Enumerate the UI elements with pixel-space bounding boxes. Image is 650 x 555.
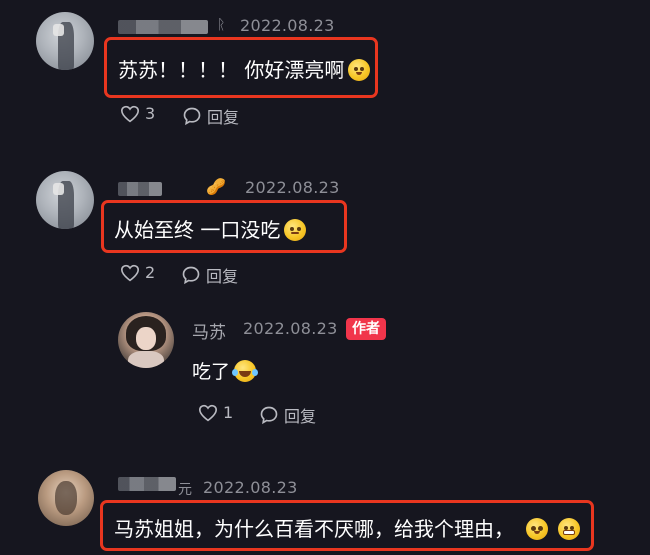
reply-label: 回复	[284, 407, 317, 426]
like-count: 2	[145, 263, 156, 282]
name-suffix-icon: ᚱ	[217, 17, 226, 33]
heart-icon	[198, 404, 218, 422]
reply-text: 吃了	[192, 357, 259, 384]
reply-label: 回复	[207, 108, 240, 127]
avatar[interactable]	[38, 470, 94, 526]
comment-date: 2022.08.23	[203, 478, 298, 497]
reply-button[interactable]: 回复	[259, 403, 316, 427]
thinking-face-icon	[284, 219, 307, 241]
username-blurred[interactable]	[118, 477, 176, 491]
pleading-face-icon	[348, 59, 371, 81]
author-avatar[interactable]	[118, 312, 174, 368]
reply-button[interactable]: 回复	[181, 263, 238, 287]
avatar[interactable]	[36, 171, 94, 229]
comment-text: 马苏姐姐，为什么百看不厌哪，给我个理由，	[114, 513, 580, 542]
reply-date: 2022.08.23	[243, 319, 338, 338]
like-button[interactable]: 2	[120, 263, 155, 282]
heart-icon	[120, 105, 140, 123]
reply-button[interactable]: 回复	[182, 104, 239, 128]
grimacing-face-icon	[558, 518, 580, 540]
username-blurred[interactable]	[118, 20, 208, 34]
peanut-badge-icon: 🥜	[206, 177, 226, 196]
heart-icon	[120, 264, 140, 282]
laughing-tears-icon	[232, 360, 259, 382]
author-badge: 作者	[346, 318, 386, 340]
like-count: 1	[223, 403, 234, 422]
name-suffix: 元	[178, 482, 192, 498]
comment-list: ᚱ 2022.08.23 苏苏！！！！ 你好漂亮啊 3 回复 🥜 2022.08…	[0, 0, 650, 555]
comment-text: 苏苏！！！！ 你好漂亮啊	[118, 54, 371, 83]
comment-bubble-icon	[182, 106, 202, 126]
like-button[interactable]: 3	[120, 104, 155, 123]
flushed-face-icon	[526, 518, 548, 540]
reply-label: 回复	[206, 267, 239, 286]
comment-bubble-icon	[181, 265, 201, 285]
comment-text: 从始至终 一口没吃	[114, 214, 307, 243]
avatar[interactable]	[36, 12, 94, 70]
comment-date: 2022.08.23	[245, 178, 340, 197]
like-button[interactable]: 1	[198, 403, 233, 422]
author-name[interactable]: 马苏	[192, 318, 226, 343]
like-count: 3	[145, 104, 156, 123]
comment-date: 2022.08.23	[240, 16, 335, 35]
username-blurred[interactable]	[118, 182, 162, 196]
comment-bubble-icon	[259, 405, 279, 425]
